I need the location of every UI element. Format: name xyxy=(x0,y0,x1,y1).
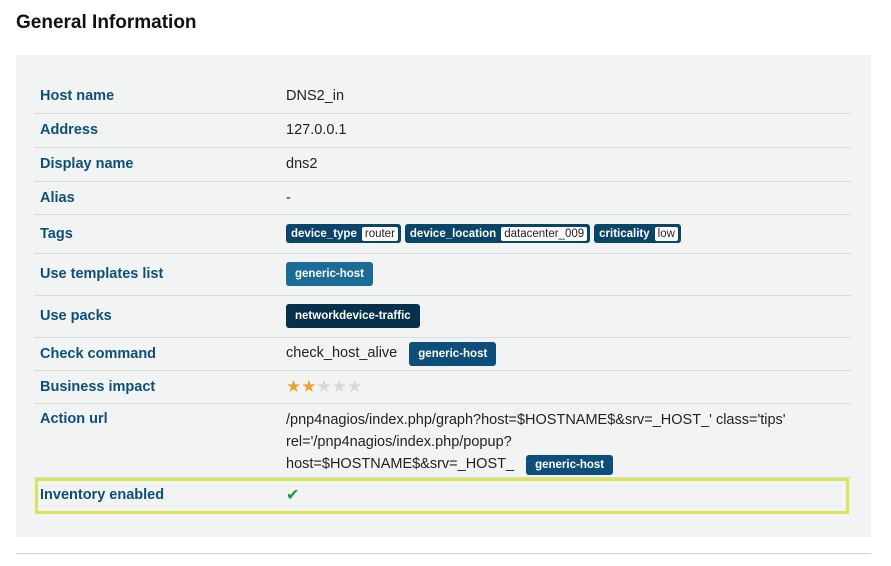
tag-criticality[interactable]: criticality low xyxy=(594,224,681,243)
business-impact-stars: ★★★★★ xyxy=(280,370,851,404)
row-display-name: Display name dns2 xyxy=(34,147,851,182)
check-command-badge[interactable]: generic-host xyxy=(409,341,497,366)
divider xyxy=(16,553,871,554)
action-url-line3-wrap: host=$HOSTNAME$&srv=_HOST_ generic-host xyxy=(286,453,845,475)
tag-value: datacenter_009 xyxy=(501,226,588,241)
inventory-enabled-label: Inventory enabled xyxy=(40,487,165,504)
tag-key: device_type xyxy=(291,227,357,240)
tag-key: device_location xyxy=(409,227,497,240)
use-packs-label: Use packs xyxy=(34,295,280,338)
tags-label: Tags xyxy=(34,214,280,254)
use-templates-label: Use templates list xyxy=(34,253,280,296)
action-url-line1: /pnp4nagios/index.php/graph?host=$HOSTNA… xyxy=(286,411,786,428)
row-host-name: Host name DNS2_in xyxy=(34,80,851,114)
row-action-url: Action url /pnp4nagios/index.php/graph?h… xyxy=(34,403,851,478)
pack-badge[interactable]: networkdevice-traffic xyxy=(286,304,420,328)
tag-value: router xyxy=(361,226,398,241)
star-icon: ★ xyxy=(316,376,332,396)
action-url-value: /pnp4nagios/index.php/graph?host=$HOSTNA… xyxy=(280,403,851,478)
star-icon: ★ xyxy=(347,376,363,396)
info-table: Host name DNS2_in Address 127.0.0.1 Disp… xyxy=(34,80,851,513)
use-packs-value: networkdevice-traffic xyxy=(280,295,851,338)
address-value: 127.0.0.1 xyxy=(280,113,851,148)
alias-value: - xyxy=(280,181,851,215)
tag-value: low xyxy=(654,226,678,241)
action-url-badge[interactable]: generic-host xyxy=(526,454,614,475)
tag-device-type[interactable]: device_type router xyxy=(286,224,401,243)
action-url-label: Action url xyxy=(34,403,280,478)
host-name-label: Host name xyxy=(34,80,280,114)
star-icon: ★ xyxy=(286,376,302,396)
display-name-value: dns2 xyxy=(280,147,851,182)
tag-key: criticality xyxy=(599,227,650,240)
row-alias: Alias - xyxy=(34,181,851,215)
address-label: Address xyxy=(34,113,280,148)
star-icon: ★ xyxy=(301,376,317,396)
check-command-text: check_host_alive xyxy=(286,344,398,361)
row-check-command: Check command check_host_alive generic-h… xyxy=(34,337,851,371)
action-url-line3[interactable]: host=$HOSTNAME$&srv=_HOST_ xyxy=(286,456,514,472)
star-icon: ★ xyxy=(331,376,347,396)
row-tags: Tags device_type router device_location dat… xyxy=(34,214,851,254)
row-use-templates: Use templates list generic-host xyxy=(34,253,851,296)
row-use-packs: Use packs networkdevice-traffic xyxy=(34,295,851,338)
page-title: General Information xyxy=(16,12,197,33)
inventory-enabled-value-cell: ✔ xyxy=(280,477,851,513)
check-icon: ✔ xyxy=(286,487,300,505)
check-command-label: Check command xyxy=(34,337,280,371)
host-name-value: DNS2_in xyxy=(280,80,851,114)
check-command-value: check_host_alive generic-host xyxy=(280,337,851,371)
tag-device-location[interactable]: device_location datacenter_009 xyxy=(404,224,591,243)
use-templates-value: generic-host xyxy=(280,253,851,296)
row-inventory-enabled: Inventory enabled ✔ xyxy=(34,477,851,513)
alias-label: Alias xyxy=(34,181,280,215)
row-address: Address 127.0.0.1 xyxy=(34,113,851,148)
row-business-impact: Business impact ★★★★★ xyxy=(34,370,851,404)
template-badge[interactable]: generic-host xyxy=(286,262,374,286)
action-url-line2: rel='/pnp4nagios/index.php/popup? xyxy=(286,433,512,450)
display-name-label: Display name xyxy=(34,147,280,182)
tags-value: device_type router device_location datacent… xyxy=(280,214,851,254)
business-impact-label: Business impact xyxy=(34,370,280,404)
